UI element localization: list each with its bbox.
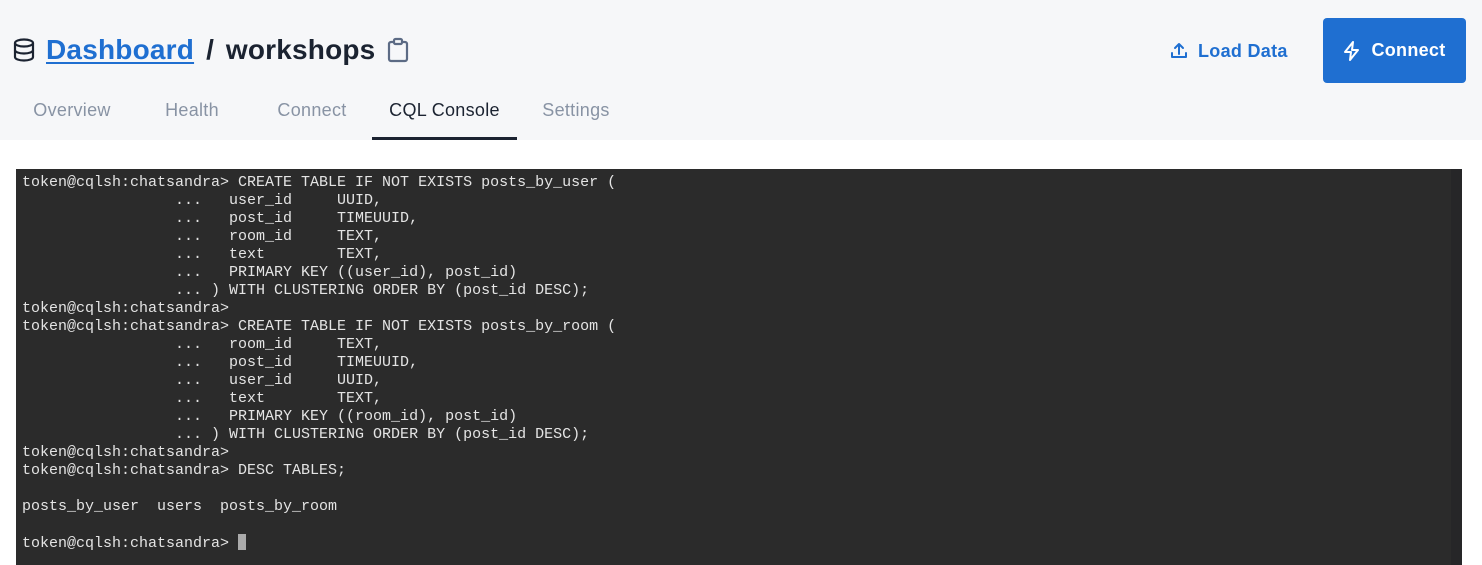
console-line: ... user_id UUID, [22, 192, 383, 209]
console-line: token@cqlsh:chatsandra> CREATE TABLE IF … [22, 174, 617, 191]
console-line: ... room_id TEXT, [22, 228, 383, 245]
breadcrumb-dashboard-link[interactable]: Dashboard [46, 34, 194, 66]
breadcrumb: Dashboard / workshops [13, 30, 409, 70]
console-input-line[interactable]: token@cqlsh:chatsandra> [22, 534, 616, 552]
tab-cql-console[interactable]: CQL Console [372, 90, 517, 140]
console-line: ... room_id TEXT, [22, 336, 383, 353]
database-name: workshops [225, 34, 376, 65]
console-line: token@cqlsh:chatsandra> [22, 300, 230, 317]
console-output: token@cqlsh:chatsandra> CREATE TABLE IF … [22, 174, 616, 552]
console-line: ... text TEXT, [22, 390, 383, 407]
text-cursor [238, 534, 247, 550]
upload-icon [1170, 42, 1188, 60]
console-line: ... ) WITH CLUSTERING ORDER BY (post_id … [22, 426, 590, 443]
connect-label: Connect [1371, 40, 1446, 60]
console-line: ... PRIMARY KEY ((user_id), post_id) [22, 264, 518, 281]
console-line: token@cqlsh:chatsandra> CREATE TABLE IF … [22, 318, 617, 335]
tab-health[interactable]: Health [148, 90, 236, 140]
console-line: ... post_id TIMEUUID, [22, 354, 419, 371]
tab-overview[interactable]: Overview [18, 90, 126, 140]
cql-console-terminal[interactable]: token@cqlsh:chatsandra> CREATE TABLE IF … [16, 169, 1462, 565]
console-line: ... ) WITH CLUSTERING ORDER BY (post_id … [22, 282, 590, 299]
console-line: ... user_id UUID, [22, 372, 383, 389]
console-scrollbar[interactable] [1451, 169, 1462, 565]
console-line: posts_by_user users posts_by_room [22, 498, 338, 515]
console-line: token@cqlsh:chatsandra> [22, 444, 230, 461]
database-icon [13, 38, 35, 62]
page-header: Dashboard / workshops Load Data Connect … [0, 0, 1482, 140]
clipboard-icon[interactable] [387, 37, 409, 63]
lightning-bolt-icon [1343, 40, 1361, 61]
load-data-button[interactable]: Load Data [1170, 30, 1288, 72]
console-prompt: token@cqlsh:chatsandra> [22, 535, 239, 552]
tab-settings[interactable]: Settings [526, 90, 626, 140]
console-line: ... post_id TIMEUUID, [22, 210, 419, 227]
load-data-label: Load Data [1198, 40, 1288, 61]
connect-button[interactable]: Connect [1323, 18, 1466, 83]
breadcrumb-separator: / [206, 34, 214, 65]
console-line: ... text TEXT, [22, 246, 383, 263]
tab-connect[interactable]: Connect [260, 90, 364, 140]
console-line: token@cqlsh:chatsandra> DESC TABLES; [22, 462, 347, 479]
console-line: ... PRIMARY KEY ((room_id), post_id) [22, 408, 518, 425]
